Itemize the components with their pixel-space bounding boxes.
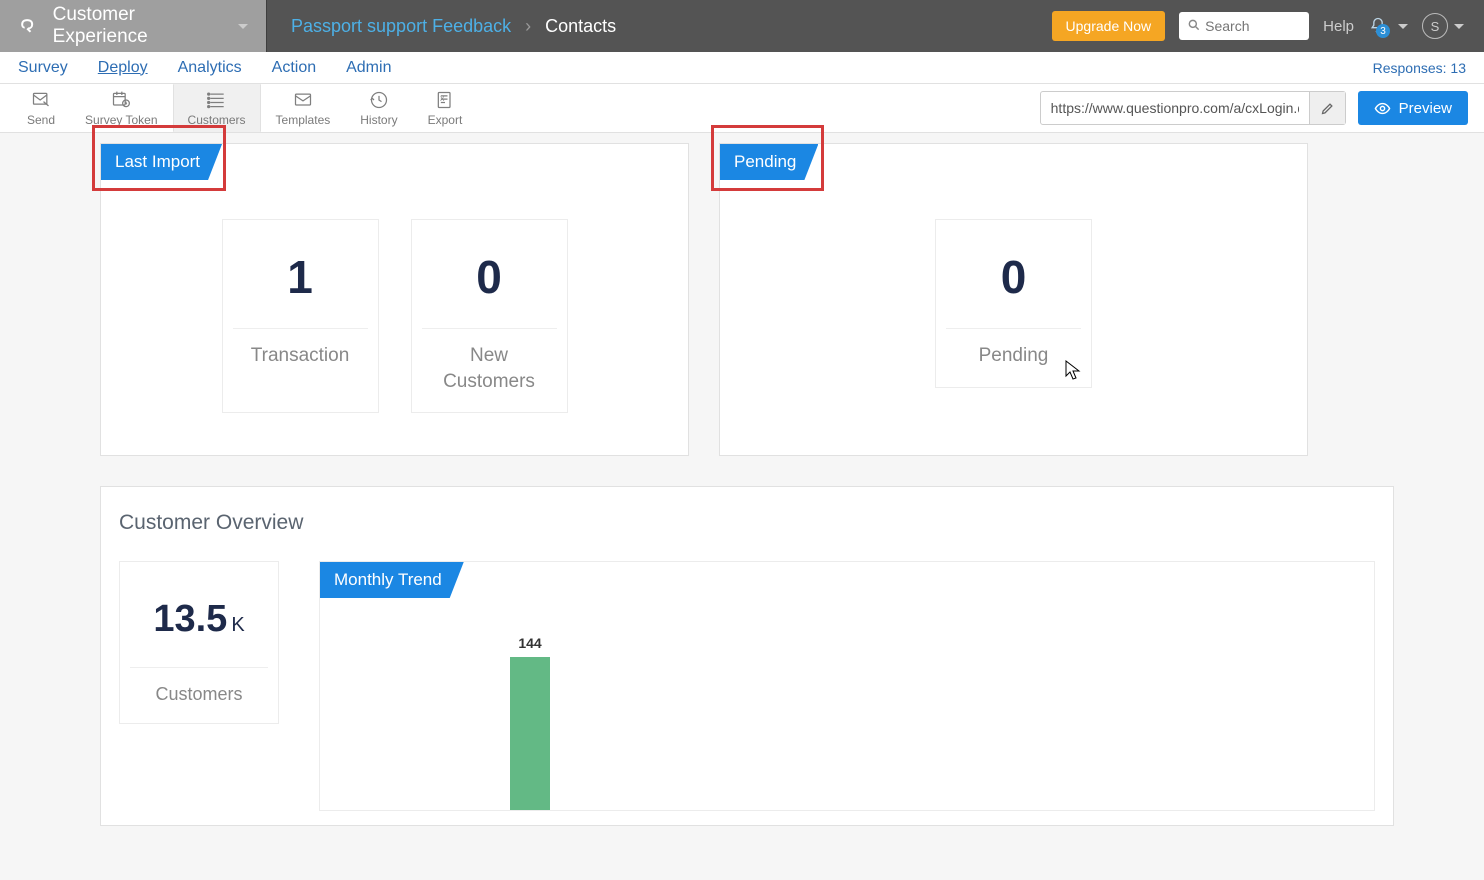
stat-value: 0	[946, 250, 1081, 304]
export-icon: X	[434, 90, 456, 110]
monthly-trend-chart: Monthly Trend 144	[319, 561, 1375, 811]
pending-cards: 0 Pending	[720, 219, 1307, 388]
upgrade-button[interactable]: Upgrade Now	[1052, 11, 1166, 41]
pending-panel: Pending 0 Pending	[719, 143, 1308, 456]
stat-label: Transaction	[233, 328, 368, 369]
help-link[interactable]: Help	[1323, 18, 1354, 35]
product-switcher[interactable]: Customer Experience	[0, 0, 267, 52]
chart-bar	[510, 657, 550, 810]
survey-url-box	[1040, 91, 1346, 125]
customers-icon	[206, 90, 228, 110]
nav-survey[interactable]: Survey	[18, 59, 68, 77]
last-import-tag: Last Import	[101, 144, 222, 180]
chevron-right-icon: ›	[525, 16, 531, 37]
toolbar-send[interactable]: Send	[12, 84, 70, 132]
chart-area: 144	[320, 642, 1354, 810]
toolbar-customers[interactable]: Customers	[173, 84, 261, 132]
last-import-panel: Last Import 1 Transaction 0 New Customer…	[100, 143, 689, 456]
last-import-cards: 1 Transaction 0 New Customers	[101, 219, 688, 413]
customers-value: 13.5K	[130, 598, 268, 641]
preview-button[interactable]: Preview	[1358, 91, 1468, 125]
toolbar-history[interactable]: History	[345, 84, 412, 132]
overview-title: Customer Overview	[119, 511, 1375, 535]
customer-overview-panel: Customer Overview 13.5K Customers Monthl…	[100, 486, 1394, 826]
customers-unit: K	[231, 614, 244, 636]
responses-count[interactable]: Responses: 13	[1373, 60, 1466, 76]
primary-nav: Survey Deploy Analytics Action Admin Res…	[0, 52, 1484, 84]
nav-deploy[interactable]: Deploy	[98, 59, 148, 77]
topbar-right: Upgrade Now Help 3 S	[1052, 0, 1484, 52]
toolbar-label: Send	[27, 113, 55, 127]
summary-row: Last Import 1 Transaction 0 New Customer…	[100, 143, 1394, 456]
breadcrumb-link[interactable]: Passport support Feedback	[291, 16, 511, 37]
customers-card: 13.5K Customers	[119, 561, 279, 724]
stat-value: 0	[422, 250, 557, 304]
envelope-icon	[292, 90, 314, 110]
toolbar-survey-token[interactable]: Survey Token	[70, 84, 173, 132]
edit-url-button[interactable]	[1309, 92, 1345, 124]
overview-body: 13.5K Customers Monthly Trend 144	[119, 561, 1375, 811]
toolbar: Send Survey Token Customers Templates Hi…	[0, 84, 1484, 133]
breadcrumb-current: Contacts	[545, 16, 616, 37]
toolbar-label: Customers	[188, 113, 246, 127]
notification-button[interactable]: 3	[1368, 16, 1408, 36]
stat-card-new-customers: 0 New Customers	[411, 219, 568, 413]
topbar: Customer Experience Passport support Fee…	[0, 0, 1484, 52]
toolbar-right: Preview	[1036, 84, 1472, 132]
stat-value: 1	[233, 250, 368, 304]
caret-down-icon	[1454, 24, 1464, 29]
stat-label: New Customers	[422, 328, 557, 394]
stat-label: Pending	[946, 328, 1081, 369]
nav-analytics[interactable]: Analytics	[178, 59, 242, 77]
notification-count: 3	[1376, 24, 1390, 38]
stat-card-transaction: 1 Transaction	[222, 219, 379, 413]
chart-bar-label: 144	[518, 635, 541, 651]
preview-label: Preview	[1399, 100, 1452, 117]
toolbar-export[interactable]: X Export	[413, 84, 478, 132]
pending-tag: Pending	[720, 144, 818, 180]
avatar: S	[1422, 13, 1448, 39]
customers-number: 13.5	[153, 598, 227, 640]
survey-url-input[interactable]	[1041, 94, 1309, 122]
search-icon	[1187, 18, 1201, 32]
pencil-icon	[1320, 101, 1335, 116]
monthly-trend-tag: Monthly Trend	[320, 562, 464, 598]
breadcrumb: Passport support Feedback › Contacts	[267, 0, 640, 52]
history-icon	[368, 90, 390, 110]
toolbar-label: Templates	[276, 113, 331, 127]
brand-label: Customer Experience	[53, 4, 224, 48]
brand-logo-icon	[18, 15, 39, 37]
eye-icon	[1374, 100, 1391, 117]
caret-down-icon	[238, 24, 248, 29]
search-wrap	[1179, 12, 1309, 40]
send-icon	[30, 90, 52, 110]
customers-label: Customers	[130, 667, 268, 705]
toolbar-templates[interactable]: Templates	[261, 84, 346, 132]
toolbar-label: Survey Token	[85, 113, 158, 127]
svg-text:X: X	[440, 95, 445, 102]
toolbar-label: Export	[428, 113, 463, 127]
nav-action[interactable]: Action	[272, 59, 316, 77]
nav-admin[interactable]: Admin	[346, 59, 391, 77]
page-content: Last Import 1 Transaction 0 New Customer…	[0, 133, 1484, 826]
caret-down-icon	[1398, 24, 1408, 29]
calendar-icon	[109, 90, 133, 110]
account-menu[interactable]: S	[1422, 13, 1464, 39]
stat-card-pending: 0 Pending	[935, 219, 1092, 388]
toolbar-label: History	[360, 113, 397, 127]
